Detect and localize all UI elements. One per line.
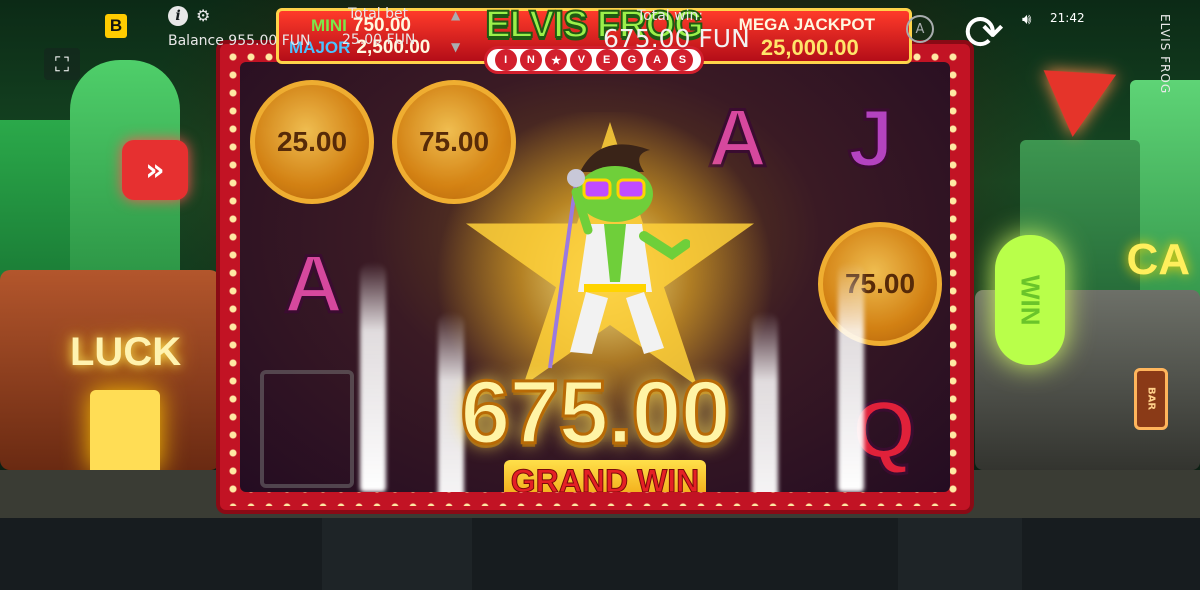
total-win-value: 675.00 FUN <box>603 24 750 53</box>
mega-jackpot: MEGA JACKPOT 25,000.00 <box>739 15 875 61</box>
mega-jackpot-label: MEGA JACKPOT <box>738 15 875 34</box>
spin-panel <box>898 518 1022 590</box>
balance: Balance 955.00 FUN <box>168 33 311 49</box>
letter-a-symbol: A <box>282 238 344 332</box>
bottom-control-bar <box>0 518 1200 590</box>
casino-sign: CA <box>1126 235 1190 284</box>
grand-win-banner: GRAND WIN <box>504 460 706 492</box>
bet-increase-button[interactable]: ▲ <box>451 8 460 22</box>
fullscreen-button[interactable]: ⛶ <box>44 48 80 80</box>
luck-sign: LUCK <box>70 330 182 374</box>
bar-sign: BAR <box>1134 368 1168 430</box>
gear-icon[interactable]: ⚙ <box>196 6 210 25</box>
elvis-frog-character <box>548 144 690 369</box>
luck-casino-building: LUCK <box>0 270 220 470</box>
spin-button[interactable]: ⟳ <box>955 4 1013 62</box>
balance-value: 955.00 FUN <box>228 33 311 49</box>
balance-label: Balance <box>168 33 224 49</box>
autoplay-button[interactable]: A <box>906 15 934 43</box>
speaker-icon[interactable]: 🔊︎ <box>1022 10 1031 28</box>
win-sign: WIN <box>995 235 1065 365</box>
reel-area: 25.00 75.00 A J A 75.00 Q <box>240 62 950 492</box>
logo-letter: I <box>494 49 517 71</box>
refresh-arrows-icon: ⟳ <box>963 5 1005 61</box>
arrow-sign-icon <box>1021 39 1117 137</box>
reel-frame: 25.00 75.00 A J A 75.00 Q <box>216 40 974 514</box>
logo-star-icon: ★ <box>545 49 568 71</box>
clock: 21:42 <box>1050 11 1085 25</box>
coin-symbol: 25.00 <box>250 80 374 204</box>
bet-decrease-button[interactable]: ▼ <box>451 40 460 54</box>
provider-logo: B <box>105 14 127 38</box>
logo-letter: N <box>519 49 542 71</box>
coin-symbol: 75.00 <box>818 222 942 346</box>
logo-letter: V <box>570 49 593 71</box>
letter-j-symbol: J <box>847 92 896 186</box>
win-amount: 675.00 <box>459 362 732 465</box>
total-bet-value: 25.00 FUN <box>342 32 416 48</box>
casino-door <box>90 390 160 470</box>
total-win-label: Total win: <box>637 8 704 24</box>
total-bet-label: Total bet <box>348 6 409 22</box>
fast-forward-sign-icon: » <box>122 140 188 200</box>
game-title: ELVIS FROG <box>1158 14 1172 95</box>
bet-panel <box>322 518 472 590</box>
mega-jackpot-value: 25,000.00 <box>760 35 859 60</box>
info-icon[interactable]: i <box>168 6 188 26</box>
fullscreen-icon: ⛶ <box>55 52 69 76</box>
